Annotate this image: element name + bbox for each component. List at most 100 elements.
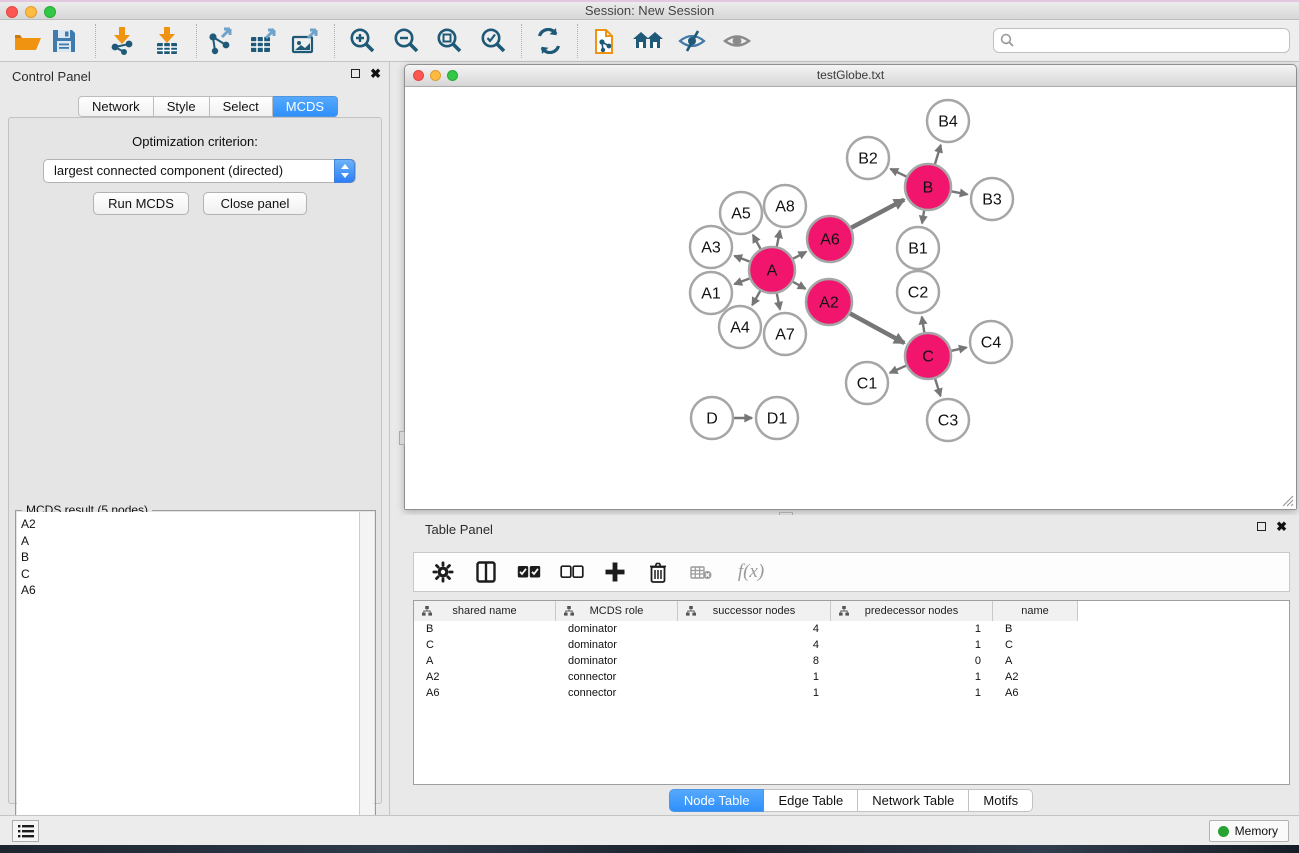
run-mcds-button[interactable]: Run MCDS	[93, 192, 189, 215]
table-cell[interactable]: A6	[414, 685, 556, 701]
tab-node-table[interactable]: Node Table	[669, 789, 765, 812]
table-cell[interactable]: A	[993, 653, 1078, 669]
column-header[interactable]: shared name	[414, 601, 556, 621]
table-cell[interactable]: B	[993, 621, 1078, 637]
show-log-list-icon[interactable]	[12, 820, 39, 842]
graph-edge[interactable]	[890, 366, 906, 373]
column-header[interactable]: MCDS role	[556, 601, 678, 621]
table-cell[interactable]: 1	[831, 669, 993, 685]
table-cell[interactable]: connector	[556, 685, 678, 701]
export-network-icon[interactable]	[204, 25, 236, 57]
table-row[interactable]: A2connector11A2	[414, 669, 1289, 685]
table-cell[interactable]: dominator	[556, 621, 678, 637]
float-panel-icon[interactable]	[351, 69, 360, 78]
export-image-icon[interactable]	[289, 25, 321, 57]
result-item[interactable]: C	[21, 566, 359, 583]
table-cell[interactable]: A2	[414, 669, 556, 685]
result-item[interactable]: A	[21, 533, 359, 550]
zoom-window-button[interactable]	[44, 6, 56, 18]
table-cell[interactable]: 1	[831, 621, 993, 637]
home-icon[interactable]	[632, 25, 664, 57]
refresh-icon[interactable]	[533, 25, 565, 57]
graph-edge[interactable]	[734, 278, 749, 284]
network-window-titlebar[interactable]: testGlobe.txt	[405, 65, 1296, 87]
close-panel-icon[interactable]: ✖	[1276, 521, 1287, 532]
minimize-network-button[interactable]	[430, 70, 441, 81]
zoom-selected-icon[interactable]	[477, 25, 509, 57]
graph-edge[interactable]	[850, 313, 904, 343]
table-cell[interactable]: dominator	[556, 653, 678, 669]
graph-edge[interactable]	[922, 211, 924, 224]
table-cell[interactable]: 1	[831, 637, 993, 653]
tab-style[interactable]: Style	[154, 96, 210, 117]
minimize-window-button[interactable]	[25, 6, 37, 18]
delete-row-trash-icon[interactable]	[645, 559, 671, 585]
graph-edge[interactable]	[777, 230, 780, 246]
table-cell[interactable]: 1	[831, 685, 993, 701]
table-row[interactable]: Adominator80A	[414, 653, 1289, 669]
table-cell[interactable]: connector	[556, 669, 678, 685]
float-panel-icon[interactable]	[1257, 522, 1266, 531]
add-row-icon[interactable]	[602, 559, 628, 585]
mcds-result-list[interactable]: A2ABCA6	[17, 512, 360, 853]
table-cell[interactable]: C	[414, 637, 556, 653]
graph-edge[interactable]	[752, 291, 760, 305]
window-resize-grip[interactable]	[1281, 494, 1294, 507]
table-cell[interactable]: 1	[678, 685, 831, 701]
unselect-all-columns-icon[interactable]	[559, 559, 585, 585]
select-all-columns-icon[interactable]	[516, 559, 542, 585]
export-table-icon[interactable]	[247, 25, 279, 57]
zoom-network-button[interactable]	[447, 70, 458, 81]
graph-edge[interactable]	[793, 252, 806, 259]
split-divider-handle[interactable]	[399, 431, 405, 445]
open-folder-icon[interactable]	[12, 25, 44, 57]
graph-edge[interactable]	[922, 317, 924, 333]
graph-edge[interactable]	[777, 294, 780, 310]
graph-edge[interactable]	[753, 235, 761, 249]
tab-edge-table[interactable]: Edge Table	[764, 789, 858, 812]
zoom-fit-icon[interactable]	[433, 25, 465, 57]
table-cell[interactable]: 0	[831, 653, 993, 669]
table-cell[interactable]: 4	[678, 621, 831, 637]
hide-details-eye-icon[interactable]	[676, 25, 708, 57]
table-row[interactable]: Bdominator41B	[414, 621, 1289, 637]
graph-edge[interactable]	[952, 191, 968, 194]
close-window-button[interactable]	[6, 6, 18, 18]
table-cell[interactable]: A2	[993, 669, 1078, 685]
table-cell[interactable]: 1	[678, 669, 831, 685]
tab-network-table[interactable]: Network Table	[858, 789, 969, 812]
tab-motifs[interactable]: Motifs	[969, 789, 1033, 812]
table-cell[interactable]: A	[414, 653, 556, 669]
result-item[interactable]: B	[21, 549, 359, 566]
table-row[interactable]: Cdominator41C	[414, 637, 1289, 653]
table-cell[interactable]: C	[993, 637, 1078, 653]
column-header[interactable]: name	[993, 601, 1078, 621]
memory-button[interactable]: Memory	[1209, 820, 1289, 842]
import-table-icon[interactable]	[151, 25, 183, 57]
node-table[interactable]: shared nameMCDS rolesuccessor nodesprede…	[413, 600, 1290, 785]
new-network-from-file-icon[interactable]	[590, 25, 622, 57]
zoom-out-icon[interactable]	[390, 25, 422, 57]
search-input[interactable]	[993, 28, 1290, 53]
graph-edge[interactable]	[951, 347, 966, 350]
table-row[interactable]: A6connector11A6	[414, 685, 1289, 701]
result-item[interactable]: A2	[21, 516, 359, 533]
close-panel-button[interactable]: Close panel	[203, 192, 307, 215]
table-cell[interactable]: A6	[993, 685, 1078, 701]
show-columns-icon[interactable]	[473, 559, 499, 585]
import-network-icon[interactable]	[106, 25, 138, 57]
table-cell[interactable]: 4	[678, 637, 831, 653]
show-graphics-eye-icon[interactable]	[721, 25, 753, 57]
table-cell[interactable]: 8	[678, 653, 831, 669]
save-icon[interactable]	[48, 25, 80, 57]
graph-edge[interactable]	[734, 256, 749, 262]
tab-network[interactable]: Network	[78, 96, 154, 117]
graph-edge[interactable]	[851, 200, 904, 228]
close-network-button[interactable]	[413, 70, 424, 81]
zoom-in-icon[interactable]	[346, 25, 378, 57]
table-options-gear-icon[interactable]	[430, 559, 456, 585]
table-cell[interactable]: dominator	[556, 637, 678, 653]
tab-select[interactable]: Select	[210, 96, 273, 117]
result-scrollbar[interactable]	[360, 512, 374, 853]
table-cell[interactable]: B	[414, 621, 556, 637]
